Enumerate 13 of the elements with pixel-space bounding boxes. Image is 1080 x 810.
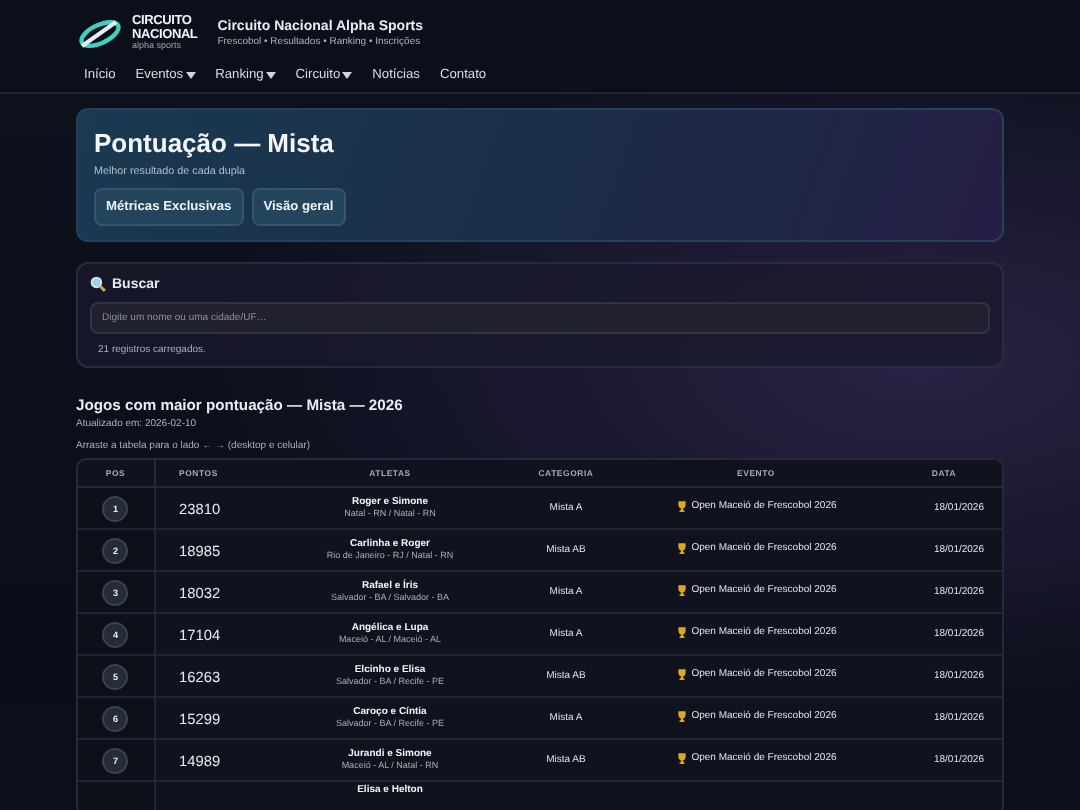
caret-icon [265,71,276,79]
trophy-icon [675,584,688,596]
trophy-icon [675,542,688,554]
trophy-icon [675,500,688,512]
trophy-icon [675,710,688,722]
caret-icon [185,71,196,79]
trophy-icon [675,752,688,764]
search-icon [90,276,106,292]
trophy-icon [675,626,688,638]
caret-icon [342,71,353,79]
page-title: Pontuação — Mista [94,128,336,158]
trophy-icon [675,668,688,680]
logo-swoosh-icon [76,16,124,52]
